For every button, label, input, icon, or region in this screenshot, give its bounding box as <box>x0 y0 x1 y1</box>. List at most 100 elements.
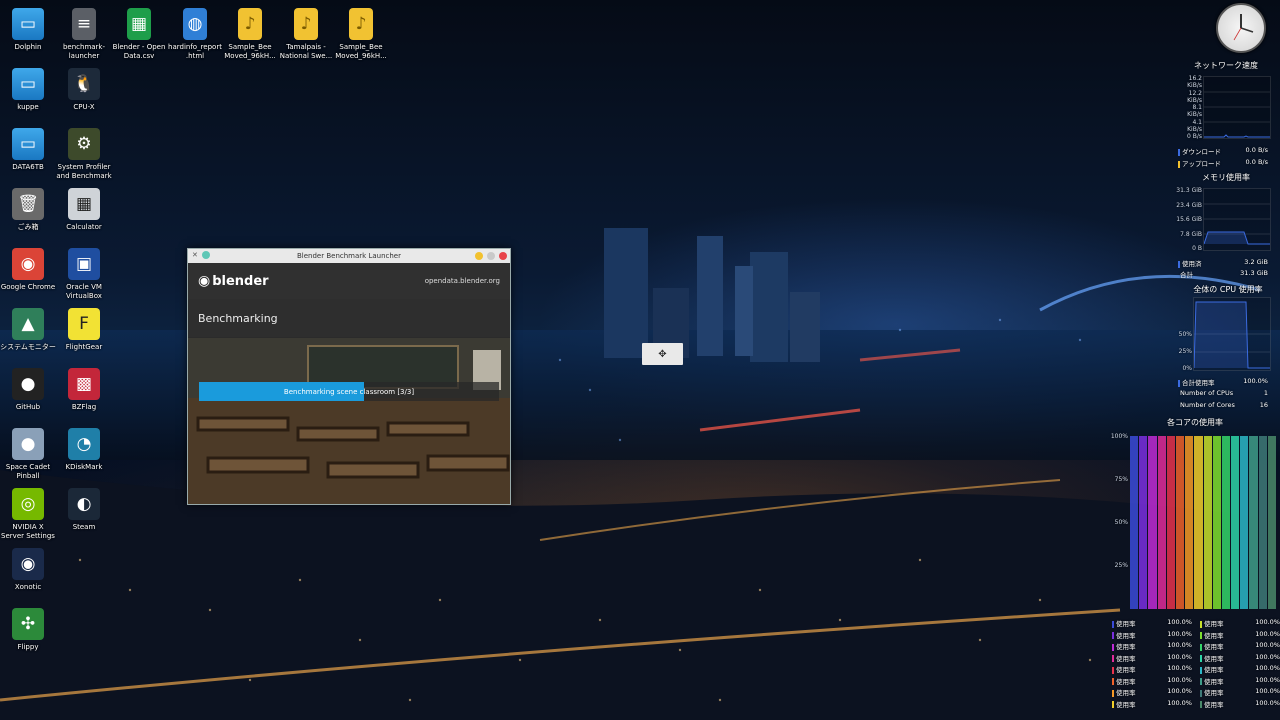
blender-logo-text: blender <box>212 273 269 289</box>
desktop-icon-23[interactable]: ◐ Steam <box>56 488 112 532</box>
core-bar-12 <box>1231 436 1240 609</box>
desktop-icon-5[interactable]: ♪ Sample_Bee Moved_96kH... <box>222 8 278 61</box>
desktop-icon-1[interactable]: ▭ Dolphin <box>0 8 56 52</box>
core-usage-label: 使用率 <box>1116 631 1136 640</box>
core-usage-row: 使用率 100.0% <box>1200 653 1280 663</box>
desktop-icon-7[interactable]: ♪ Sample_Bee Moved_96kH... <box>333 8 389 61</box>
desktop-icon-22[interactable]: ◎ NVIDIA X Server Settings <box>0 488 56 541</box>
desktop-icon-label: benchmark-launcher <box>62 43 106 60</box>
cores-axis-1: 75% <box>1114 476 1128 483</box>
core-usage-value: 100.0% <box>1255 698 1280 707</box>
memory-total-row: 合計 31.3 GiB <box>1180 269 1268 279</box>
download-value: 0.0 B/s <box>1245 146 1268 154</box>
core-bar-4 <box>1157 436 1166 609</box>
desktop-icon-label: kuppe <box>17 103 39 111</box>
cpu-graph-lines <box>1193 301 1270 369</box>
core-bar-2 <box>1139 436 1148 609</box>
desktop-icon-12[interactable]: 🗑 ごみ箱 <box>0 188 56 232</box>
cpu-axis-2: 0% <box>1182 365 1192 372</box>
core-usage-label: 使用率 <box>1116 643 1136 651</box>
memory-axis-2: 15.6 GiB <box>1176 216 1202 223</box>
core-usage-value: 100.0% <box>1167 641 1192 649</box>
kdiskmark-icon: ◔ <box>68 428 100 460</box>
desktop-icon-label: BZFlag <box>71 403 97 411</box>
desktop-icon-19[interactable]: ▩ BZFlag <box>56 368 112 412</box>
classroom-scene-preview <box>188 338 510 504</box>
core-usage-value: 100.0% <box>1167 618 1192 626</box>
desktop-icon-2[interactable]: ≡ benchmark-launcher <box>56 8 112 61</box>
pin-icon[interactable] <box>201 251 210 259</box>
desktop-icon-10[interactable]: ▭ DATA6TB <box>0 128 56 172</box>
desktop-icon-label: DATA6TB <box>12 163 44 171</box>
cores-title: 各コアの使用率 <box>1167 418 1223 427</box>
desktop-icon-20[interactable]: ● Space Cadet Pinball <box>0 428 56 481</box>
desktop-icon-16[interactable]: ▲ システムモニター <box>0 308 56 352</box>
desktop-icon-label: System Profiler and Benchmark <box>56 163 112 180</box>
system-monitor-icon: ▲ <box>12 308 44 340</box>
core-bar-3 <box>1148 436 1157 609</box>
desktop-icon-18[interactable]: ● GitHub <box>0 368 56 412</box>
core-usage-row: 使用率 100.0% <box>1112 630 1192 640</box>
desktop-icon-label: Flippy <box>17 643 39 651</box>
window-menu-icon[interactable]: ✕ <box>192 251 198 259</box>
close-button[interactable] <box>499 252 507 260</box>
desktop-icon-25[interactable]: ✣ Flippy <box>0 608 56 652</box>
core-legend-mark <box>1200 632 1202 639</box>
desktop-icon-11[interactable]: ⚙ System Profiler and Benchmark <box>56 128 112 181</box>
audio-file-icon: ♪ <box>238 8 262 40</box>
window-title: Blender Benchmark Launcher <box>297 252 401 260</box>
num-cores-label: Number of Cores <box>1180 401 1235 409</box>
core-usage-label: 使用率 <box>1204 677 1224 686</box>
core-bar-10 <box>1212 436 1221 609</box>
core-usage-label: 使用率 <box>1204 654 1224 663</box>
desktop-icon-24[interactable]: ◉ Xonotic <box>0 548 56 592</box>
chrome-icon: ◉ <box>12 248 44 280</box>
desktop-icon-9[interactable]: 🐧 CPU-X <box>56 68 112 112</box>
desktop-icon-label: Xonotic <box>14 583 42 591</box>
core-bar-5 <box>1166 436 1175 609</box>
cpu-count-row: Number of CPUs 1 <box>1180 389 1268 397</box>
desktop-icon-label: FlightGear <box>65 343 103 351</box>
core-usage-label: 使用率 <box>1116 689 1136 697</box>
core-usage-value: 100.0% <box>1167 687 1192 695</box>
floating-widget[interactable]: ✥ <box>642 343 683 365</box>
maximize-button[interactable] <box>487 252 495 260</box>
core-legend-mark <box>1200 689 1202 697</box>
memory-axis-4: 0 B <box>1192 245 1202 252</box>
desktop-icon-13[interactable]: ▦ Calculator <box>56 188 112 232</box>
desktop-icon-label: hardinfo_report.html <box>168 43 222 60</box>
core-usage-value: 100.0% <box>1255 641 1280 649</box>
desktop-icon-8[interactable]: ▭ kuppe <box>0 68 56 112</box>
desktop-icon-label: Tamalpais - National Swe... <box>279 43 333 60</box>
core-usage-value: 100.0% <box>1255 664 1280 672</box>
desktop-icon-15[interactable]: ▣ Oracle VM VirtualBox <box>56 248 112 301</box>
desktop-icon-6[interactable]: ♪ Tamalpais - National Swe... <box>278 8 334 61</box>
core-bar-8 <box>1194 436 1203 609</box>
core-legend-mark <box>1112 643 1114 651</box>
benchmark-progress-bar: Benchmarking scene classroom [3/3] <box>199 382 499 401</box>
memory-total-value: 31.3 GiB <box>1240 269 1268 277</box>
analog-clock-widget <box>1216 3 1266 53</box>
desktop-icon-label: Google Chrome <box>0 283 56 291</box>
window-titlebar[interactable]: ✕ Blender Benchmark Launcher <box>188 249 510 263</box>
blender-header: ◉ blender opendata.blender.org <box>188 263 510 299</box>
core-legend-mark <box>1112 689 1114 697</box>
minimize-button[interactable] <box>475 252 483 260</box>
desktop-icon-14[interactable]: ◉ Google Chrome <box>0 248 56 292</box>
opendata-link[interactable]: opendata.blender.org <box>425 277 500 285</box>
core-usage-value: 100.0% <box>1167 698 1192 707</box>
desktop-icon-3[interactable]: ▦ Blender - Open Data.csv <box>111 8 167 61</box>
desktop-icon-label: NVIDIA X Server Settings <box>1 523 55 540</box>
desktop-icon-21[interactable]: ◔ KDiskMark <box>56 428 112 472</box>
flightgear-icon: F <box>68 308 100 340</box>
desktop-icon-17[interactable]: F FlightGear <box>56 308 112 352</box>
core-bar-9 <box>1203 436 1212 609</box>
desktop-icon-4[interactable]: ◍ hardinfo_report.html <box>167 8 223 61</box>
core-bar-14 <box>1249 436 1258 609</box>
blender-benchmark-window[interactable]: ✕ Blender Benchmark Launcher ◉ blender o… <box>187 248 511 505</box>
cpu-total-value: 100.0% <box>1243 377 1268 385</box>
folder-icon: ▭ <box>12 68 44 100</box>
blender-logo-icon: ◉ <box>198 273 211 289</box>
upload-value: 0.0 B/s <box>1245 158 1268 166</box>
core-usage-row: 使用率 100.0% <box>1200 630 1280 640</box>
